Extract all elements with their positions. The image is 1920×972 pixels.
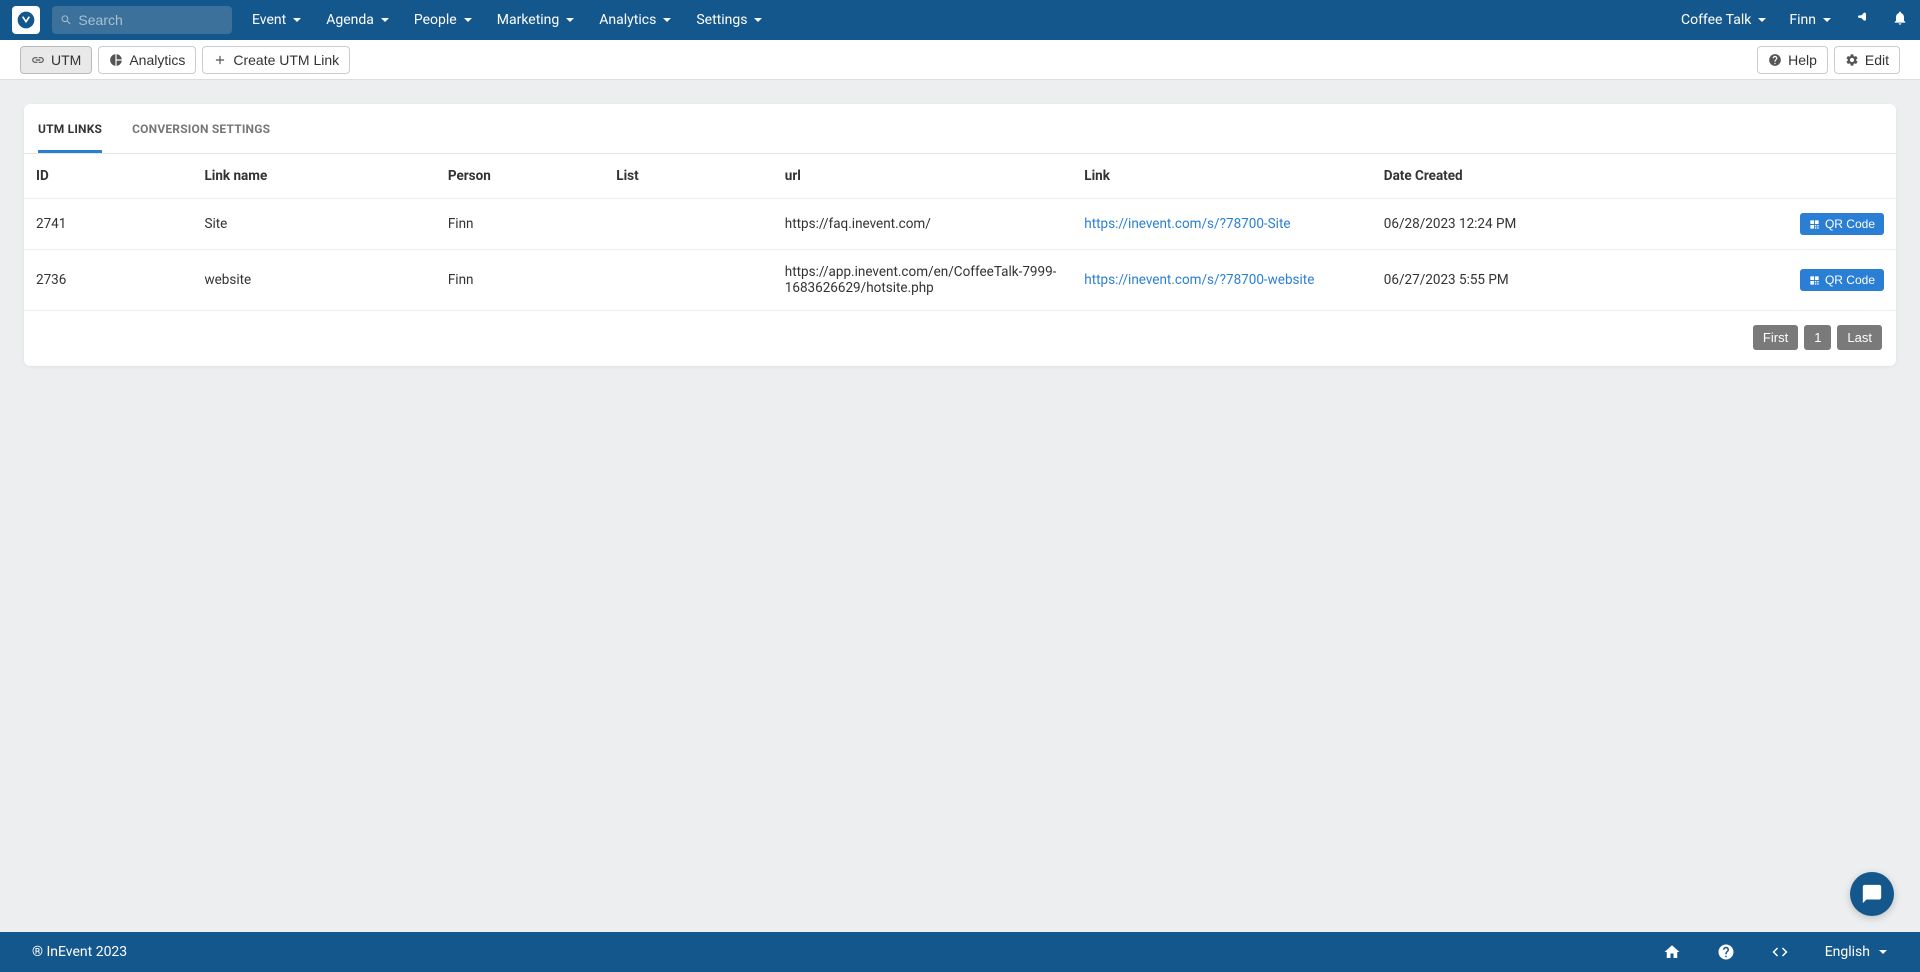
chevron-down-icon — [1757, 15, 1767, 25]
chevron-down-icon — [380, 15, 390, 25]
cell-id: 2741 — [24, 199, 192, 250]
pagination: First 1 Last — [24, 311, 1896, 350]
qr-code-button[interactable]: QR Code — [1800, 213, 1884, 235]
chevron-down-icon — [292, 15, 302, 25]
table-row[interactable]: 2736 website Finn https://app.inevent.co… — [24, 250, 1896, 311]
tabs: UTM LINKS CONVERSION SETTINGS — [24, 104, 1896, 154]
qr-label: QR Code — [1825, 273, 1875, 287]
nav-agenda[interactable]: Agenda — [326, 12, 390, 28]
bullhorn-icon[interactable] — [1854, 10, 1870, 30]
cell-url: https://faq.inevent.com/ — [773, 199, 1073, 250]
chevron-down-icon — [1878, 947, 1888, 957]
search-box[interactable] — [52, 6, 232, 34]
top-nav: Event Agenda People Marketing Analytics … — [0, 0, 1920, 40]
chat-icon — [1861, 883, 1883, 905]
nav-settings[interactable]: Settings — [696, 12, 763, 28]
nav-settings-label: Settings — [696, 12, 747, 28]
nav-agenda-label: Agenda — [326, 12, 374, 28]
qr-code-button[interactable]: QR Code — [1800, 269, 1884, 291]
cell-url: https://app.inevent.com/en/CoffeeTalk-79… — [773, 250, 1073, 311]
nav-analytics[interactable]: Analytics — [599, 12, 672, 28]
main-menu: Event Agenda People Marketing Analytics … — [252, 12, 763, 28]
pie-chart-icon — [109, 53, 123, 67]
utm-label: UTM — [51, 52, 81, 68]
page-last[interactable]: Last — [1837, 325, 1882, 350]
chevron-down-icon — [463, 15, 473, 25]
tab-conversion-settings[interactable]: CONVERSION SETTINGS — [132, 122, 270, 153]
plus-icon — [213, 53, 227, 67]
logo[interactable] — [12, 6, 40, 34]
help-label: Help — [1788, 52, 1817, 68]
content-card: UTM LINKS CONVERSION SETTINGS ID Link na… — [24, 104, 1896, 366]
question-icon[interactable] — [1717, 943, 1735, 961]
cell-list — [604, 250, 772, 311]
nav-marketing-label: Marketing — [497, 12, 560, 28]
cell-list — [604, 199, 772, 250]
chevron-down-icon — [565, 15, 575, 25]
th-qr — [1671, 154, 1896, 199]
event-name-label: Coffee Talk — [1681, 12, 1751, 28]
cell-date: 06/27/2023 5:55 PM — [1372, 250, 1672, 311]
table-row[interactable]: 2741 Site Finn https://faq.inevent.com/ … — [24, 199, 1896, 250]
create-utm-label: Create UTM Link — [233, 52, 339, 68]
nav-event-label: Event — [252, 12, 286, 28]
edit-button[interactable]: Edit — [1834, 46, 1900, 74]
utm-button[interactable]: UTM — [20, 46, 92, 74]
cell-link-name: website — [192, 250, 435, 311]
page-first[interactable]: First — [1753, 325, 1798, 350]
cell-date: 06/28/2023 12:24 PM — [1372, 199, 1672, 250]
tab-utm-links[interactable]: UTM LINKS — [38, 122, 102, 153]
nav-people-label: People — [414, 12, 457, 28]
qr-icon — [1809, 275, 1820, 286]
nav-right: Coffee Talk Finn — [1681, 10, 1908, 30]
create-utm-button[interactable]: Create UTM Link — [202, 46, 350, 74]
analytics-button[interactable]: Analytics — [98, 46, 196, 74]
nav-event-selector[interactable]: Coffee Talk — [1681, 12, 1767, 28]
search-icon — [60, 13, 72, 27]
search-input[interactable] — [78, 12, 224, 28]
nav-analytics-label: Analytics — [599, 12, 656, 28]
language-label: English — [1825, 944, 1870, 960]
th-list: List — [604, 154, 772, 199]
footer: ® InEvent 2023 English — [0, 932, 1920, 972]
nav-event[interactable]: Event — [252, 12, 302, 28]
cell-person: Finn — [436, 250, 604, 311]
nav-people[interactable]: People — [414, 12, 473, 28]
analytics-label: Analytics — [129, 52, 185, 68]
cell-link[interactable]: https://inevent.com/s/?78700-Site — [1084, 216, 1290, 232]
help-button[interactable]: Help — [1757, 46, 1828, 74]
footer-copyright: ® InEvent 2023 — [32, 944, 127, 960]
link-icon — [31, 53, 45, 67]
cell-link[interactable]: https://inevent.com/s/?78700-website — [1084, 272, 1314, 288]
home-icon[interactable] — [1663, 943, 1681, 961]
th-url: url — [773, 154, 1073, 199]
qr-label: QR Code — [1825, 217, 1875, 231]
utm-table: ID Link name Person List url Link Date C… — [24, 154, 1896, 311]
language-selector[interactable]: English — [1825, 944, 1888, 960]
nav-user-menu[interactable]: Finn — [1789, 12, 1832, 28]
user-name-label: Finn — [1789, 12, 1816, 28]
qr-icon — [1809, 219, 1820, 230]
edit-label: Edit — [1865, 52, 1889, 68]
code-icon[interactable] — [1771, 943, 1789, 961]
nav-marketing[interactable]: Marketing — [497, 12, 576, 28]
th-person: Person — [436, 154, 604, 199]
chat-button[interactable] — [1850, 872, 1894, 916]
toolbar: UTM Analytics Create UTM Link Help Edit — [0, 40, 1920, 80]
cell-link-name: Site — [192, 199, 435, 250]
chevron-down-icon — [753, 15, 763, 25]
th-id: ID — [24, 154, 192, 199]
cell-person: Finn — [436, 199, 604, 250]
th-link: Link — [1072, 154, 1372, 199]
cell-id: 2736 — [24, 250, 192, 311]
th-date: Date Created — [1372, 154, 1672, 199]
chevron-down-icon — [1822, 15, 1832, 25]
chevron-down-icon — [662, 15, 672, 25]
th-link-name: Link name — [192, 154, 435, 199]
bell-icon[interactable] — [1892, 10, 1908, 30]
gear-icon — [1845, 53, 1859, 67]
help-icon — [1768, 53, 1782, 67]
page-1[interactable]: 1 — [1804, 325, 1831, 350]
